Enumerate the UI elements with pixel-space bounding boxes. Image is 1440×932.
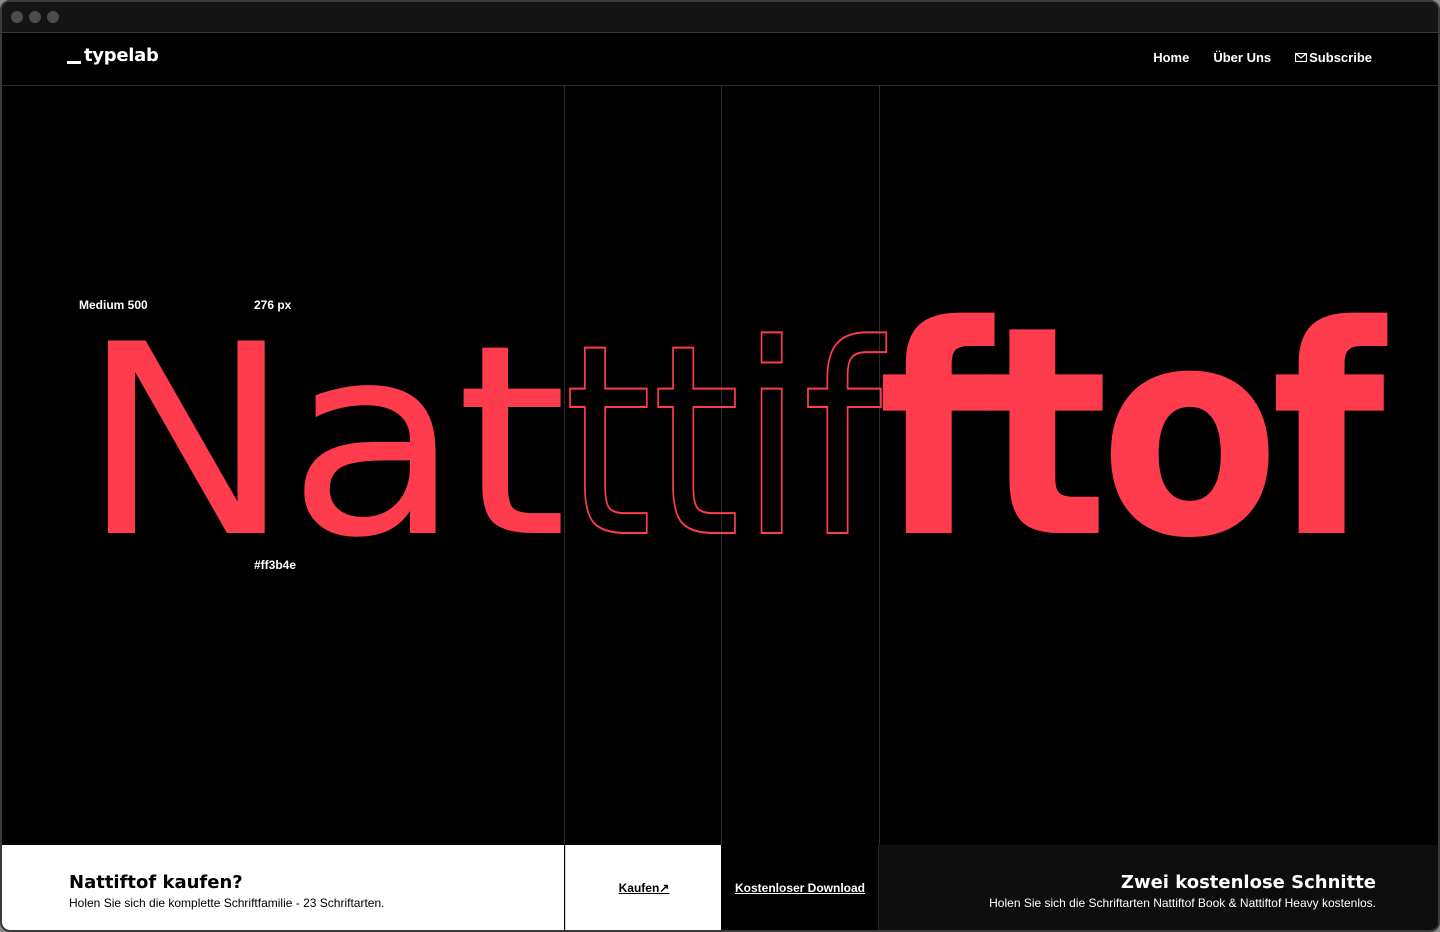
minimize-window-icon[interactable] <box>29 11 41 23</box>
column-guide-line <box>879 86 880 846</box>
specimen-thin-text: ttif <box>564 289 887 596</box>
free-download-link[interactable]: Kostenloser Download <box>721 881 879 895</box>
logo-underscore-icon <box>67 61 81 64</box>
buy-link-cell: Kaufen↗ <box>565 845 722 930</box>
buy-subtitle: Holen Sie sich die komplette Schriftfami… <box>69 896 385 910</box>
typelab-logo[interactable]: typelab <box>67 45 159 66</box>
download-cell: Kostenloser Download <box>721 845 879 930</box>
font-color-label: #ff3b4e <box>254 558 297 572</box>
buy-panel: Nattiftof kaufen? Holen Sie sich die kom… <box>2 845 564 930</box>
font-size-label: 276 px <box>254 298 292 312</box>
buy-link[interactable]: Kaufen↗ <box>566 881 722 895</box>
window-titlebar <box>2 2 1438 33</box>
specimen-medium-text: Nat <box>80 289 563 596</box>
nav-home-link[interactable]: Home <box>1153 50 1189 65</box>
font-weight-label: Medium 500 <box>79 298 148 312</box>
nav-subscribe-link[interactable]: Subscribe <box>1295 50 1372 65</box>
free-fonts-subtitle: Holen Sie sich die Schriftarten Nattifto… <box>989 896 1376 910</box>
top-navigation: typelab Home Über Uns Subscribe <box>2 33 1438 86</box>
free-fonts-panel: Zwei kostenlose Schnitte Holen Sie sich … <box>879 845 1438 930</box>
mail-icon <box>1295 50 1308 65</box>
subscribe-label: Subscribe <box>1309 50 1372 65</box>
specimen-heavy-text: ftof <box>878 265 1390 602</box>
column-guide-line <box>721 86 722 846</box>
close-window-icon[interactable] <box>11 11 23 23</box>
footer-bar: Nattiftof kaufen? Holen Sie sich die kom… <box>2 845 1438 930</box>
browser-window: typelab Home Über Uns Subscribe Medium 5… <box>0 0 1440 932</box>
nav-about-link[interactable]: Über Uns <box>1213 50 1271 65</box>
column-guide-line <box>564 86 565 846</box>
free-fonts-title: Zwei kostenlose Schnitte <box>1120 872 1376 893</box>
maximize-window-icon[interactable] <box>47 11 59 23</box>
logo-text: typelab <box>84 45 159 66</box>
buy-title: Nattiftof kaufen? <box>69 872 243 893</box>
nav-links: Home Über Uns Subscribe <box>1153 50 1372 65</box>
